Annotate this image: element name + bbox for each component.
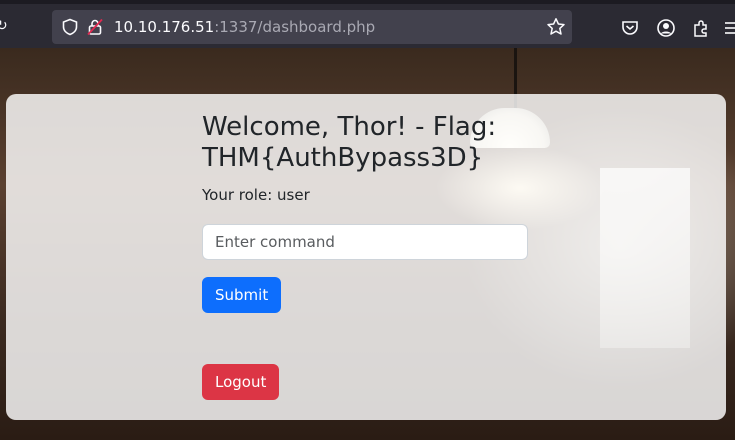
url-host: 10.10.176.51 [114,18,215,36]
command-input[interactable] [202,224,528,260]
account-icon[interactable] [656,18,676,38]
role-text: Your role: user [202,186,310,204]
url-path: :1337/dashboard.php [214,18,376,36]
logout-button[interactable]: Logout [202,364,280,400]
insecure-lock-icon[interactable] [86,18,104,36]
pocket-icon[interactable] [620,18,640,38]
shield-icon[interactable] [61,18,79,36]
menu-icon[interactable] [722,18,735,38]
page-title: Welcome, Thor! - Flag: THM{AuthBypass3D} [202,112,497,173]
page-background: Welcome, Thor! - Flag: THM{AuthBypass3D}… [0,48,735,440]
url-bar[interactable]: 10.10.176.51:1337/dashboard.php [52,10,572,44]
url-text: 10.10.176.51:1337/dashboard.php [114,18,375,36]
dashboard-card: Welcome, Thor! - Flag: THM{AuthBypass3D}… [6,94,726,420]
reload-icon[interactable]: ↻ [0,18,8,34]
extensions-icon[interactable] [691,18,711,38]
browser-toolbar: ↻ 10.10.176.51:1337/dashboard.php [0,0,735,48]
bookmark-star-icon[interactable] [546,17,566,37]
submit-button[interactable]: Submit [202,277,282,313]
